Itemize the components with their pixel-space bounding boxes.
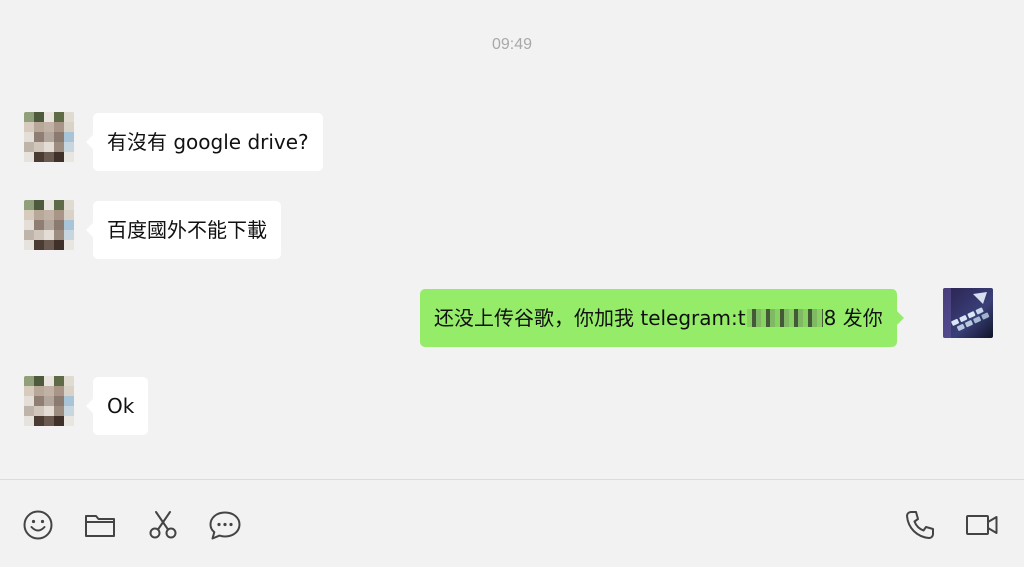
screenshot-button[interactable] xyxy=(146,508,180,542)
message-text: Ok xyxy=(107,394,135,418)
emoji-icon xyxy=(23,510,53,540)
emoji-button[interactable] xyxy=(21,508,55,542)
message-text: 有沒有 google drive? xyxy=(107,130,309,154)
send-file-button[interactable] xyxy=(83,508,117,542)
outgoing-message-bubble[interactable]: 还没上传谷歌，你加我 telegram:t 8 发你 xyxy=(420,289,904,347)
voice-call-button[interactable] xyxy=(903,508,937,542)
input-toolbar xyxy=(0,480,1024,567)
video-call-button[interactable] xyxy=(965,508,999,542)
incoming-message-bubble[interactable]: 有沒有 google drive? xyxy=(86,113,323,171)
scissors-icon xyxy=(149,511,177,539)
incoming-message-bubble[interactable]: 百度國外不能下載 xyxy=(86,201,281,259)
contact-avatar[interactable] xyxy=(24,376,74,426)
message-text-part: 8 发你 xyxy=(823,306,883,330)
chat-history-button[interactable] xyxy=(208,508,242,542)
phone-icon xyxy=(906,511,934,539)
contact-avatar[interactable] xyxy=(24,112,74,162)
folder-icon xyxy=(85,515,115,537)
redacted-text xyxy=(746,308,823,327)
incoming-message-bubble[interactable]: Ok xyxy=(85,377,149,435)
message-timestamp: 09:49 xyxy=(491,36,533,53)
message-text: 百度國外不能下載 xyxy=(107,218,267,242)
contact-avatar[interactable] xyxy=(24,200,74,250)
message-text-part: 还没上传谷歌，你加我 telegram:t xyxy=(434,306,746,330)
chat-history[interactable]: 09:49 有沒有 google drive? 百度國外不能下載 还没上传谷歌，… xyxy=(0,0,1024,480)
chat-bubble-icon xyxy=(209,511,241,540)
video-camera-icon xyxy=(966,515,998,535)
own-avatar[interactable] xyxy=(943,288,993,338)
